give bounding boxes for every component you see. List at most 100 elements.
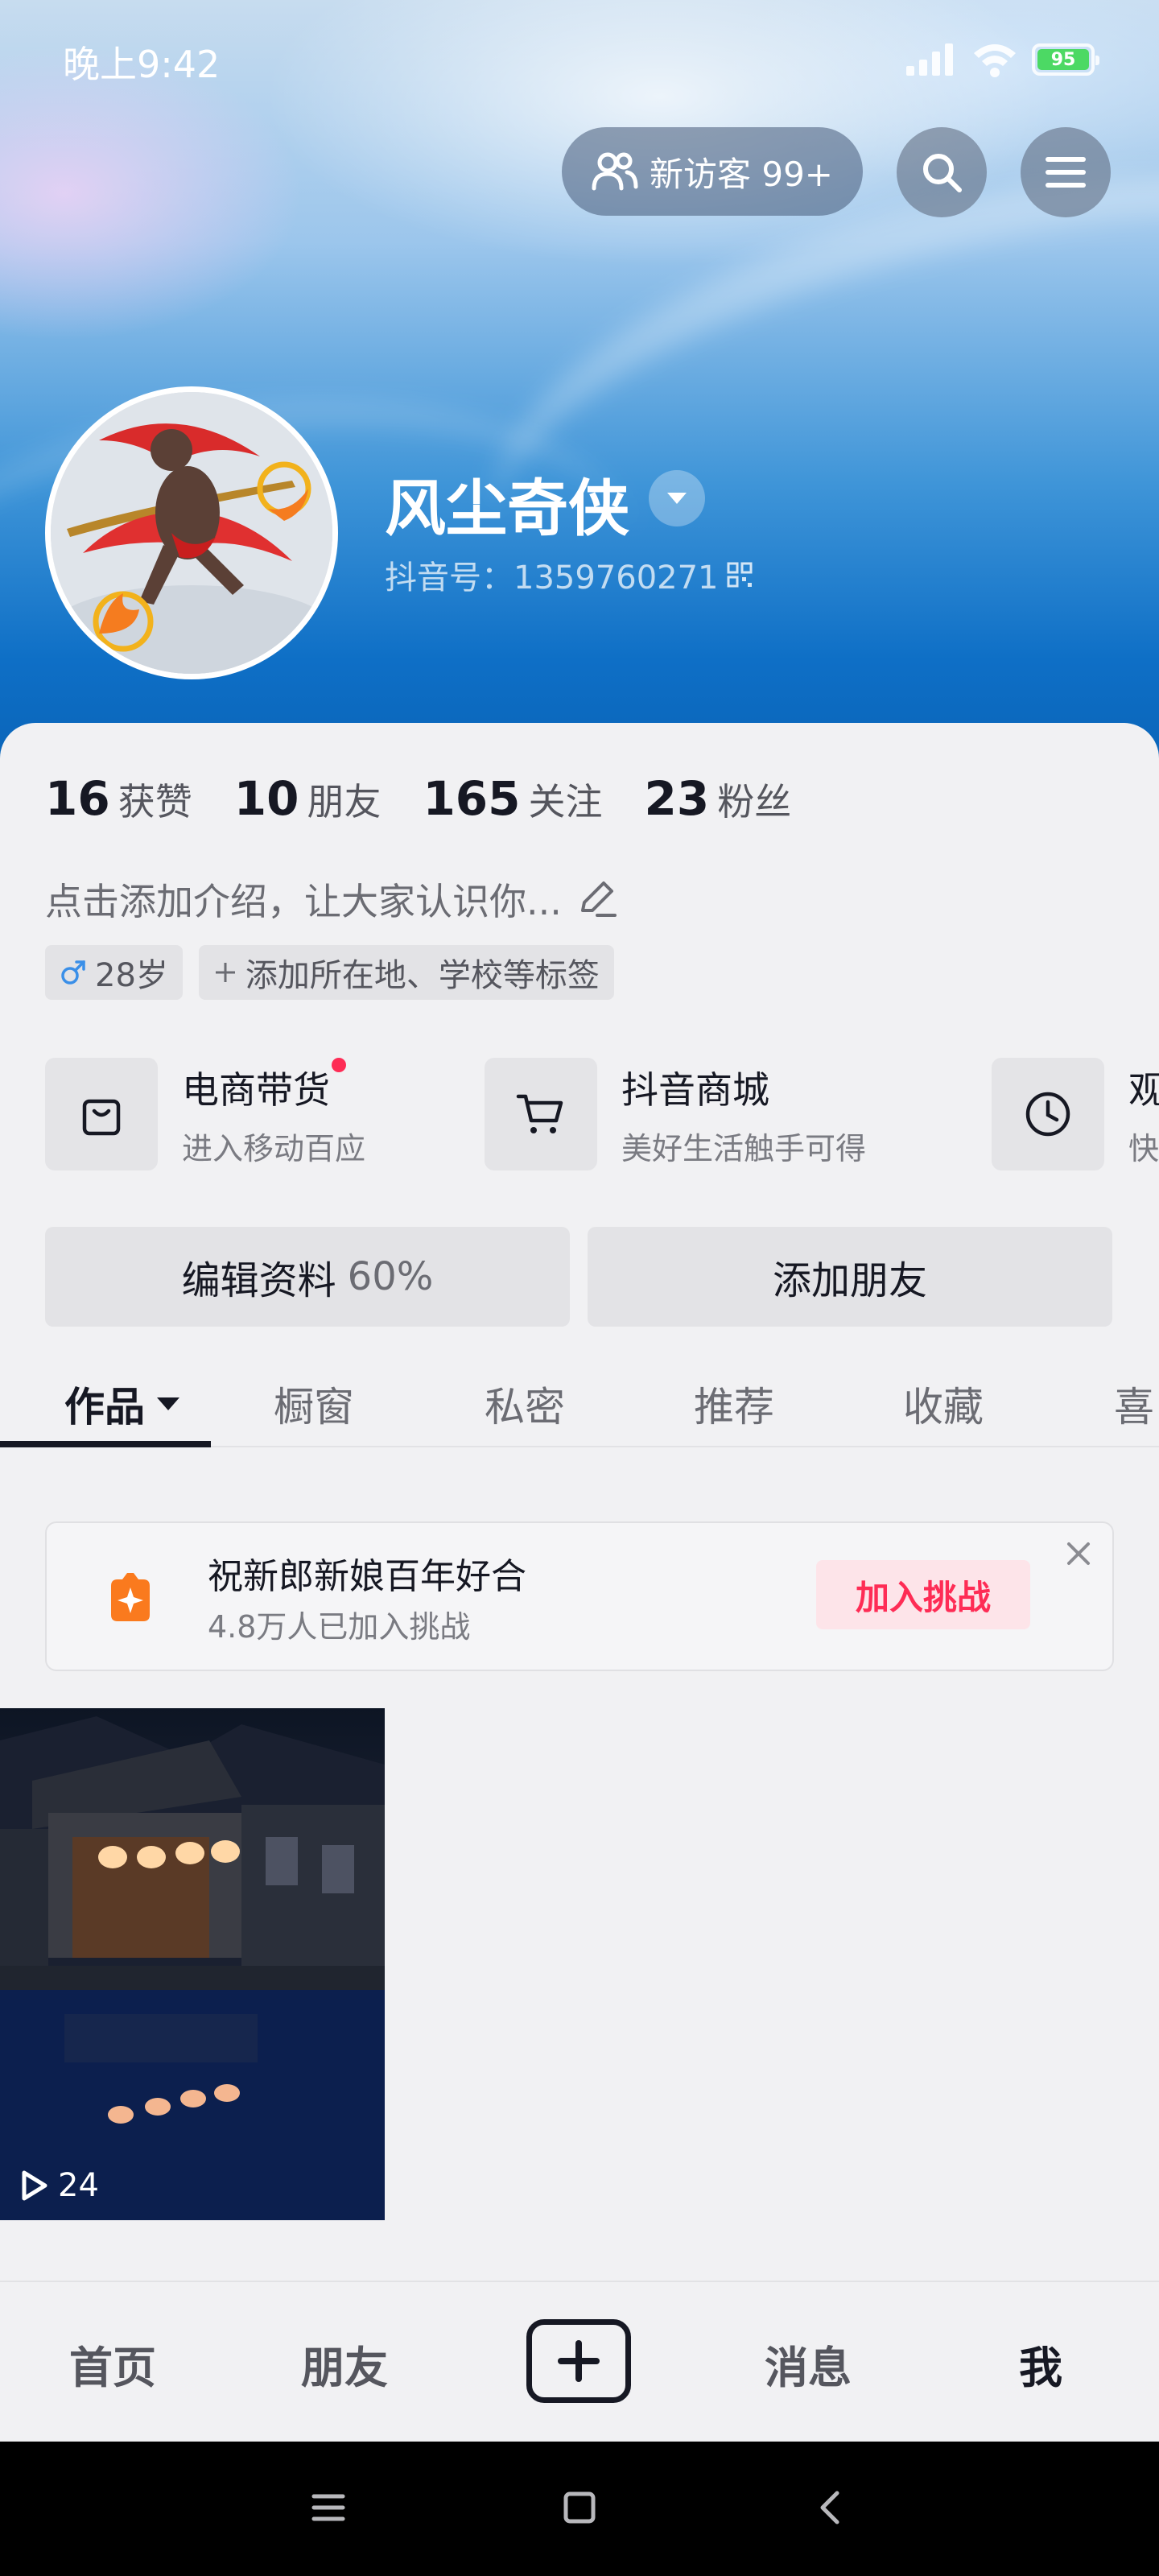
join-challenge-button[interactable]: 加入挑战 — [816, 1560, 1030, 1629]
battery-tip — [1095, 56, 1099, 65]
service-subtitle: 快 — [1128, 1130, 1159, 1166]
service-title: 抖音商城 — [621, 1067, 769, 1112]
douyin-id-text: 抖音号：1359760271 — [385, 559, 719, 597]
age-label: 28岁 — [95, 957, 168, 994]
service-shortcuts: 电商带货 进入移动百应 抖音商城 美好生活触手可得 观 快 — [45, 1058, 1159, 1172]
tab-favorites[interactable]: 收藏 — [903, 1375, 984, 1433]
new-visitors-button[interactable]: 新访客 99+ — [562, 127, 863, 216]
nav-friends[interactable]: 朋友 — [301, 2332, 388, 2396]
stat-likes[interactable]: 16 获赞 — [45, 771, 192, 826]
challenge-card[interactable]: 祝新郎新娘百年好合 4.8万人已加入挑战 加入挑战 — [45, 1521, 1114, 1671]
nav-home[interactable]: 首页 — [69, 2332, 156, 2396]
search-button[interactable] — [897, 127, 987, 217]
caret-down-icon — [667, 493, 687, 504]
bottom-nav: 首页 朋友 消息 我 — [0, 2281, 1159, 2442]
signal-icon — [906, 43, 953, 76]
service-subtitle: 进入移动百应 — [182, 1130, 366, 1166]
stat-label: 关注 — [528, 780, 603, 824]
play-icon — [22, 2170, 47, 2201]
menu-button[interactable] — [1021, 127, 1111, 217]
service-icon-box — [992, 1058, 1104, 1170]
tab-showcase[interactable]: 橱窗 — [274, 1375, 354, 1433]
stat-value: 16 — [45, 771, 110, 826]
nav-me[interactable]: 我 — [1019, 2332, 1062, 2396]
edit-pencil-icon — [580, 881, 617, 917]
profile-completion: 60% — [347, 1254, 434, 1299]
username: 风尘奇侠 — [385, 473, 629, 544]
content-tabs: 作品 橱窗 私密 推荐 收藏 喜 — [0, 1359, 1159, 1447]
home-square-icon[interactable] — [562, 2490, 597, 2525]
back-icon[interactable] — [813, 2490, 848, 2525]
stats-row: 16 获赞 10 朋友 165 关注 23 粉丝 — [45, 771, 791, 826]
age-tag[interactable]: 28岁 — [45, 945, 183, 1000]
stat-followers[interactable]: 23 粉丝 — [645, 771, 792, 826]
tab-works[interactable]: 作品 — [64, 1375, 182, 1433]
menu-icon — [1046, 157, 1086, 188]
stat-following[interactable]: 165 关注 — [423, 771, 602, 826]
wifi-icon — [974, 44, 1016, 77]
stat-label: 粉丝 — [717, 780, 792, 824]
edit-profile-button[interactable]: 编辑资料 60% — [45, 1227, 570, 1327]
visitors-icon — [592, 152, 638, 191]
service-history[interactable]: 观 快 — [992, 1058, 1159, 1170]
avatar-illustration — [51, 392, 332, 674]
add-tag-label: 添加所在地、学校等标签 — [245, 957, 600, 994]
service-subtitle: 美好生活触手可得 — [621, 1130, 867, 1166]
cart-icon — [516, 1094, 563, 1133]
service-icon-box — [485, 1058, 597, 1170]
bio-text: 点击添加介绍，让大家认识你... — [45, 880, 562, 923]
profile-panel: 16 获赞 10 朋友 165 关注 23 粉丝 点击添加介绍，让大家认识你... 28… — [0, 723, 1159, 2281]
create-button[interactable] — [526, 2319, 631, 2403]
close-icon[interactable] — [1064, 1539, 1093, 1568]
menu-icon[interactable] — [311, 2490, 346, 2525]
status-time: 晚上9:42 — [63, 43, 221, 86]
tab-label: 作品 — [64, 1384, 145, 1430]
tab-private[interactable]: 私密 — [485, 1375, 565, 1433]
account-switch-button[interactable] — [649, 470, 705, 526]
avatar[interactable] — [45, 386, 338, 679]
caret-down-icon — [157, 1397, 179, 1410]
battery-icon: 95 — [1032, 43, 1099, 76]
play-count-value: 24 — [58, 2167, 99, 2204]
service-douyin-mall[interactable]: 抖音商城 美好生活触手可得 — [485, 1058, 866, 1170]
tab-likes[interactable]: 喜 — [1114, 1375, 1154, 1433]
plus-icon — [558, 2340, 600, 2382]
stat-value: 165 — [423, 771, 521, 826]
challenge-title: 祝新郎新娘百年好合 — [208, 1556, 526, 1597]
status-icons: 95 — [905, 42, 1099, 77]
male-icon — [61, 960, 85, 985]
play-count: 24 — [18, 2167, 99, 2204]
douyin-id[interactable]: 抖音号：1359760271 — [385, 551, 754, 598]
qr-code-icon — [727, 562, 752, 588]
flame-icon — [111, 1573, 150, 1621]
bio-placeholder[interactable]: 点击添加介绍，让大家认识你... — [45, 873, 618, 926]
service-title: 电商带货 — [182, 1058, 346, 1114]
shopping-bag-icon — [82, 1099, 121, 1136]
video-thumbnail[interactable]: 24 — [0, 1708, 385, 2220]
challenge-subtitle: 4.8万人已加入挑战 — [208, 1609, 471, 1645]
stat-label: 获赞 — [118, 780, 192, 824]
search-icon — [923, 154, 962, 192]
profile-tags: 28岁 添加所在地、学校等标签 — [45, 945, 614, 1000]
stat-friends[interactable]: 10 朋友 — [234, 771, 382, 826]
plus-icon — [215, 963, 235, 982]
edit-profile-label: 编辑资料 — [181, 1258, 336, 1303]
visitor-label: 新访客 99+ — [650, 154, 833, 194]
add-friend-button[interactable]: 添加朋友 — [588, 1227, 1112, 1327]
system-navigation-bar — [0, 2442, 1159, 2576]
clock-icon — [1025, 1092, 1070, 1137]
notification-dot — [332, 1058, 346, 1072]
video-scene-image — [0, 1716, 385, 2220]
nav-messages[interactable]: 消息 — [765, 2332, 852, 2396]
service-title-text: 电商带货 — [182, 1067, 330, 1112]
profile-actions: 编辑资料 60% 添加朋友 — [45, 1227, 1112, 1327]
service-title: 观 — [1128, 1067, 1159, 1112]
active-tab-indicator — [0, 1441, 211, 1447]
stat-value: 23 — [644, 771, 710, 826]
service-ecommerce[interactable]: 电商带货 进入移动百应 — [45, 1058, 365, 1170]
add-tag-button[interactable]: 添加所在地、学校等标签 — [198, 945, 614, 1000]
stat-label: 朋友 — [307, 780, 382, 824]
tab-recommended[interactable]: 推荐 — [694, 1375, 774, 1433]
service-icon-box — [45, 1058, 158, 1170]
battery-level: 95 — [1037, 49, 1089, 70]
